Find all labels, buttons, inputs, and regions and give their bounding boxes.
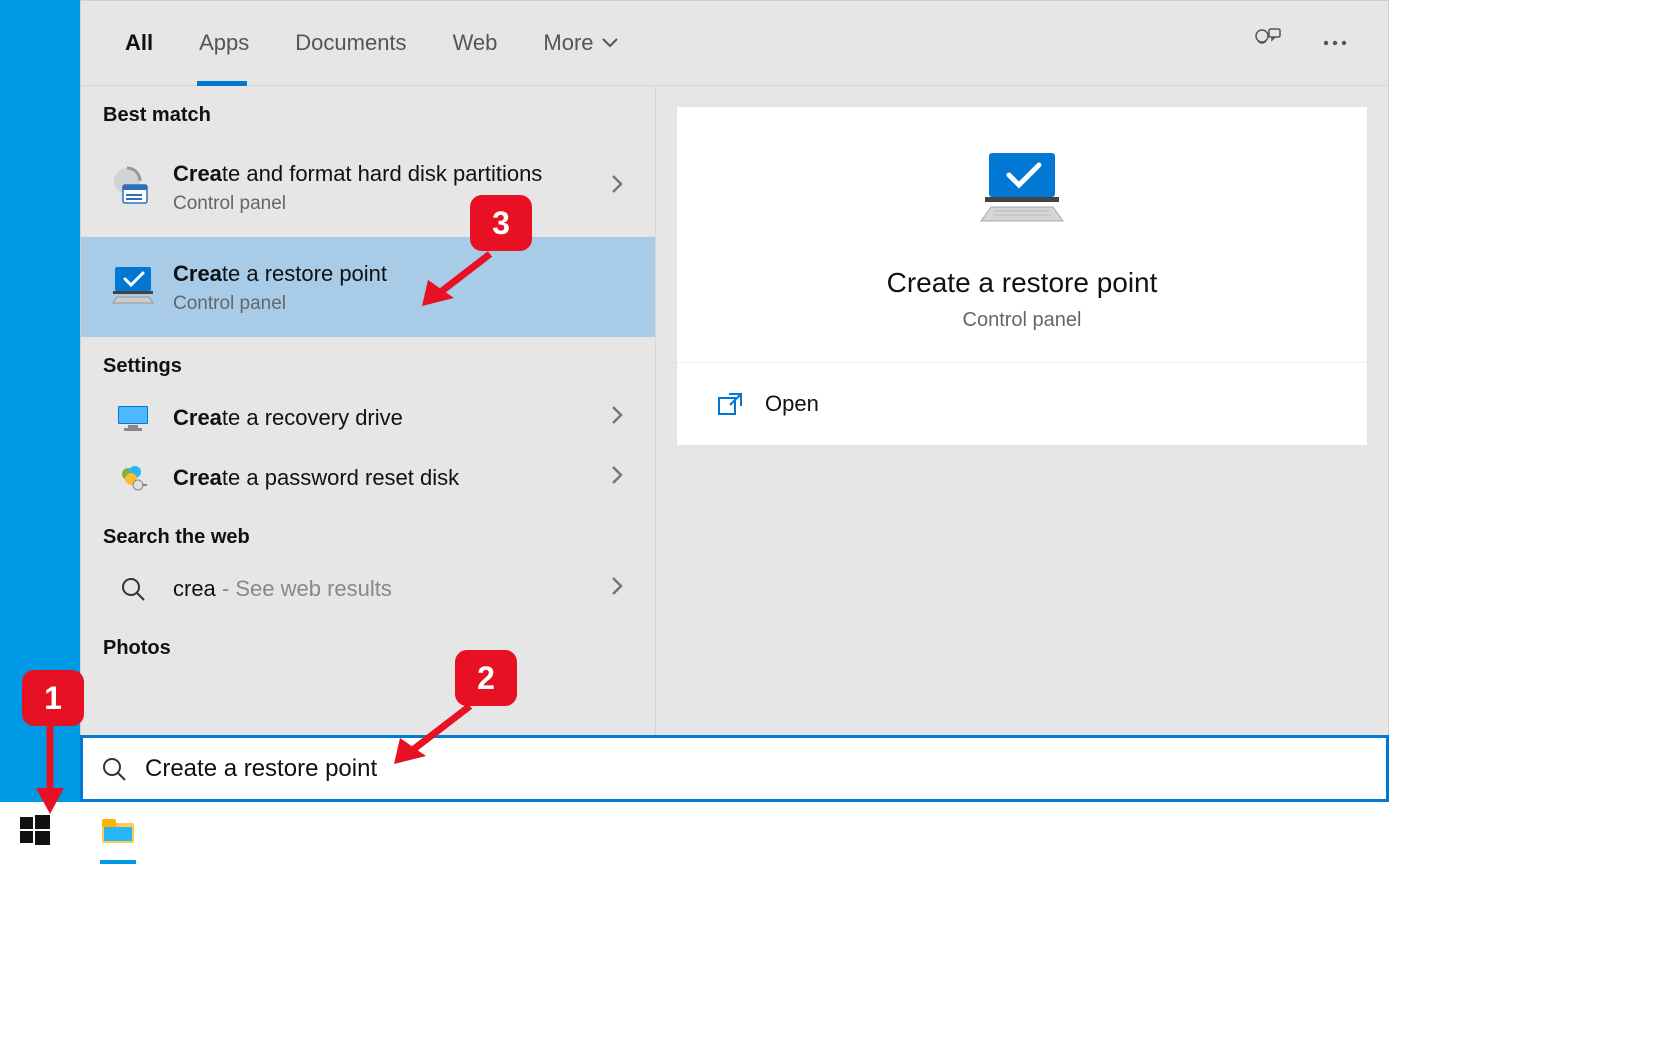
chevron-right-icon[interactable]: [601, 405, 633, 431]
search-panel: All Apps Documents Web More Best match: [80, 0, 1389, 802]
preview-column: Create a restore point Control panel Ope…: [656, 86, 1388, 801]
taskbar: [0, 802, 1664, 862]
results-column: Best match Create and format hard disk p…: [81, 86, 656, 801]
open-icon: [717, 392, 743, 416]
search-tabs: All Apps Documents Web More: [81, 1, 1388, 86]
result-title: Create a recovery drive: [173, 403, 601, 434]
annotation-marker-2: 2: [455, 650, 517, 706]
result-restore-point[interactable]: Create a restore point Control panel: [81, 237, 655, 337]
search-icon: [101, 756, 127, 782]
active-tab-underline: [197, 81, 247, 86]
tab-apps[interactable]: Apps: [195, 4, 253, 82]
start-button[interactable]: [20, 815, 50, 850]
search-bar[interactable]: [80, 735, 1389, 802]
section-best-match: Best match: [81, 86, 655, 137]
tab-more[interactable]: More: [539, 4, 621, 82]
chevron-right-icon[interactable]: [601, 465, 633, 491]
tab-documents[interactable]: Documents: [291, 4, 410, 82]
search-icon: [103, 576, 163, 602]
monitor-check-icon: [103, 265, 163, 309]
result-title: crea - See web results: [173, 574, 601, 605]
result-web-search[interactable]: crea - See web results: [81, 559, 655, 619]
annotation-arrow-2: [380, 700, 480, 780]
disk-icon: [103, 163, 163, 211]
tab-more-label: More: [543, 30, 593, 56]
result-title: Create a password reset disk: [173, 463, 601, 494]
section-settings: Settings: [81, 337, 655, 388]
monitor-check-large-icon: [707, 147, 1337, 242]
file-explorer-button[interactable]: [100, 815, 136, 850]
annotation-arrow-3: [410, 248, 500, 318]
action-open[interactable]: Open: [677, 363, 1367, 445]
chevron-right-icon[interactable]: [601, 174, 633, 200]
tabs-right-icons: [1252, 27, 1348, 60]
preview-title: Create a restore point: [707, 267, 1337, 299]
annotation-marker-1: 1: [22, 670, 84, 726]
result-password-reset[interactable]: Create a password reset disk: [81, 448, 655, 508]
monitor-icon: [103, 404, 163, 432]
feedback-icon[interactable]: [1252, 27, 1282, 60]
result-title: Create and format hard disk partitions: [173, 159, 601, 190]
result-recovery-drive[interactable]: Create a recovery drive: [81, 388, 655, 448]
annotation-arrow-1: [30, 726, 70, 816]
key-icon: [103, 463, 163, 493]
result-subtitle: Control panel: [173, 193, 601, 215]
tab-web[interactable]: Web: [449, 4, 502, 82]
chevron-right-icon[interactable]: [601, 576, 633, 602]
result-format-disk[interactable]: Create and format hard disk partitions C…: [81, 137, 655, 237]
result-subtitle: Control panel: [173, 293, 633, 315]
tab-all[interactable]: All: [121, 4, 157, 82]
result-title: Create a restore point: [173, 259, 633, 290]
preview-card: Create a restore point Control panel Ope…: [676, 106, 1368, 446]
more-options-icon[interactable]: [1322, 34, 1348, 52]
panel-body: Best match Create and format hard disk p…: [81, 86, 1388, 801]
search-input[interactable]: [145, 755, 1368, 783]
preview-subtitle: Control panel: [707, 309, 1337, 332]
chevron-down-icon: [602, 38, 618, 48]
section-photos: Photos: [81, 619, 655, 670]
action-open-label: Open: [765, 391, 819, 417]
annotation-marker-3: 3: [470, 195, 532, 251]
section-search-web: Search the web: [81, 508, 655, 559]
